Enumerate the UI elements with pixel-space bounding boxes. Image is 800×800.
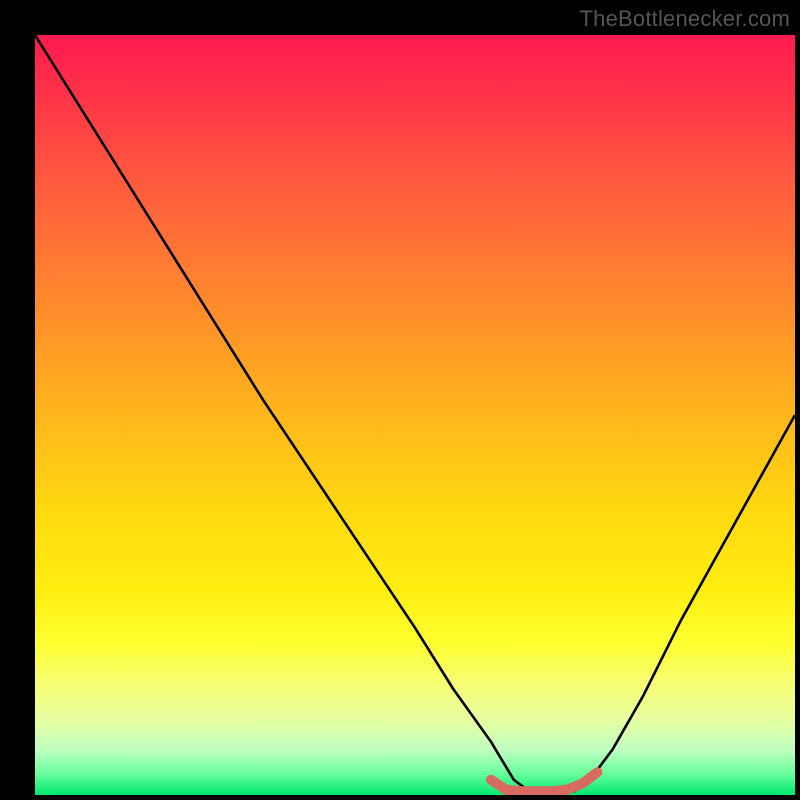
chart-plot-area xyxy=(35,35,795,795)
bottleneck-curve xyxy=(35,35,795,791)
optimal-range-marker xyxy=(491,772,597,791)
chart-svg xyxy=(35,35,795,795)
attribution-text: TheBottlenecker.com xyxy=(580,6,790,32)
